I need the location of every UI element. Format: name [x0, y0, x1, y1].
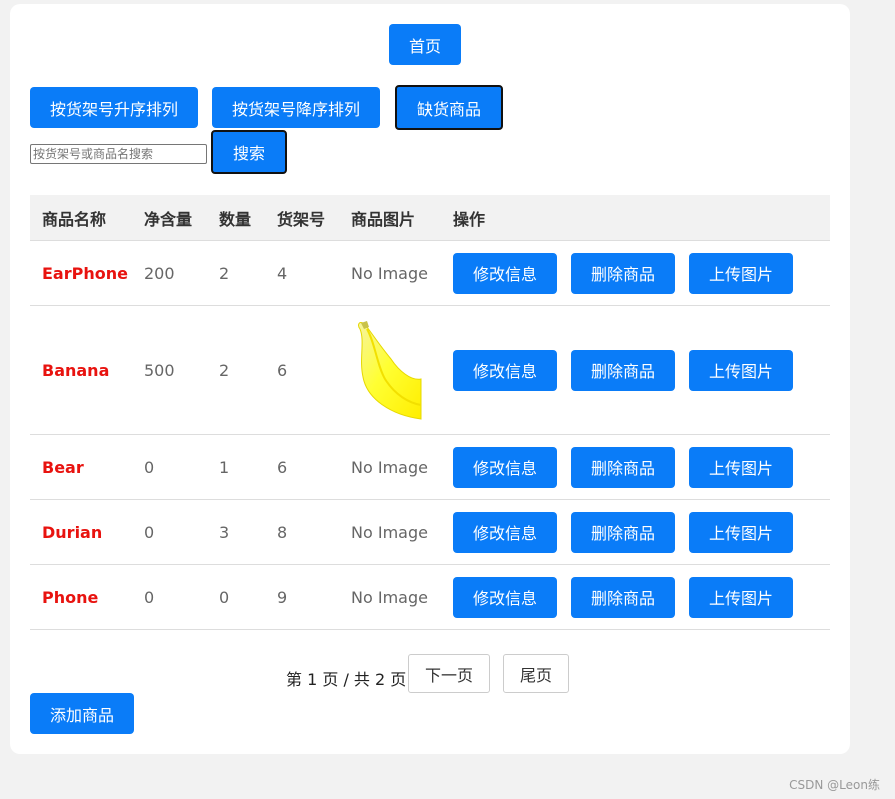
header-shelf: 货架号 — [265, 195, 339, 241]
delete-button[interactable]: 删除商品 — [571, 511, 675, 553]
delete-button[interactable]: 删除商品 — [571, 349, 675, 391]
product-qty: 0 — [207, 564, 265, 630]
upload-image-button[interactable]: 上传图片 — [689, 576, 793, 618]
delete-button[interactable]: 删除商品 — [571, 252, 675, 294]
product-qty: 2 — [207, 305, 265, 435]
table-row: Bear 0 1 6 No Image 修改信息 删除商品 上传图片 — [30, 434, 830, 500]
edit-button[interactable]: 修改信息 — [453, 576, 557, 618]
product-qty: 2 — [207, 240, 265, 306]
delete-button[interactable]: 删除商品 — [571, 576, 675, 618]
row-actions: 修改信息 删除商品 上传图片 — [441, 564, 830, 630]
edit-button[interactable]: 修改信息 — [453, 446, 557, 488]
watermark: CSDN @Leon练 — [789, 778, 880, 792]
last-page-button[interactable]: 尾页 — [503, 654, 569, 693]
row-actions: 修改信息 删除商品 上传图片 — [441, 434, 830, 500]
header-name: 商品名称 — [30, 195, 132, 241]
upload-image-button[interactable]: 上传图片 — [689, 511, 793, 553]
search-button[interactable]: 搜索 — [211, 130, 287, 174]
product-net: 200 — [132, 240, 207, 306]
product-shelf: 9 — [265, 564, 339, 630]
product-shelf: 4 — [265, 240, 339, 306]
product-name: Banana — [30, 305, 132, 435]
header-qty: 数量 — [207, 195, 265, 241]
product-qty: 1 — [207, 434, 265, 500]
product-name: Bear — [30, 434, 132, 500]
banana-image — [358, 321, 422, 420]
goods-table: 商品名称 净含量 数量 货架号 商品图片 操作 EarPhone 200 2 4… — [30, 195, 830, 630]
product-image-placeholder: No Image — [339, 499, 441, 565]
product-qty: 3 — [207, 499, 265, 565]
table-row: Durian 0 3 8 No Image 修改信息 删除商品 上传图片 — [30, 499, 830, 565]
product-net: 0 — [132, 434, 207, 500]
add-product-button[interactable]: 添加商品 — [30, 693, 134, 734]
product-image-placeholder: No Image — [339, 434, 441, 500]
product-shelf: 6 — [265, 434, 339, 500]
product-name: Phone — [30, 564, 132, 630]
product-image-cell — [339, 305, 441, 435]
product-name: EarPhone — [30, 240, 132, 306]
product-shelf: 6 — [265, 305, 339, 435]
row-actions: 修改信息 删除商品 上传图片 — [441, 305, 830, 435]
header-net: 净含量 — [132, 195, 207, 241]
header-actions: 操作 — [441, 195, 830, 241]
upload-image-button[interactable]: 上传图片 — [689, 446, 793, 488]
product-image-placeholder: No Image — [339, 240, 441, 306]
edit-button[interactable]: 修改信息 — [453, 511, 557, 553]
product-net: 0 — [132, 499, 207, 565]
upload-image-button[interactable]: 上传图片 — [689, 349, 793, 391]
page-info: 第 1 页 / 共 2 页 — [286, 670, 407, 689]
table-row: Phone 0 0 9 No Image 修改信息 删除商品 上传图片 — [30, 564, 830, 630]
main-card: 首页 按货架号升序排列 按货架号降序排列 缺货商品 搜索 商品名称 净含量 数量… — [10, 4, 850, 754]
row-actions: 修改信息 删除商品 上传图片 — [441, 240, 830, 306]
product-name: Durian — [30, 499, 132, 565]
product-net: 500 — [132, 305, 207, 435]
table-row: Banana 500 2 6 修改信息 删除商品 上传图片 — [30, 305, 830, 435]
table-row: EarPhone 200 2 4 No Image 修改信息 删除商品 上传图片 — [30, 240, 830, 306]
product-image-placeholder: No Image — [339, 564, 441, 630]
home-button[interactable]: 首页 — [389, 24, 461, 65]
product-shelf: 8 — [265, 499, 339, 565]
sort-desc-button[interactable]: 按货架号降序排列 — [212, 87, 380, 128]
edit-button[interactable]: 修改信息 — [453, 252, 557, 294]
row-actions: 修改信息 删除商品 上传图片 — [441, 499, 830, 565]
header-image: 商品图片 — [339, 195, 441, 241]
sort-asc-button[interactable]: 按货架号升序排列 — [30, 87, 198, 128]
out-of-stock-button[interactable]: 缺货商品 — [395, 85, 503, 130]
edit-button[interactable]: 修改信息 — [453, 349, 557, 391]
search-input[interactable] — [30, 144, 207, 164]
table-header-row: 商品名称 净含量 数量 货架号 商品图片 操作 — [30, 195, 830, 241]
product-net: 0 — [132, 564, 207, 630]
delete-button[interactable]: 删除商品 — [571, 446, 675, 488]
next-page-button[interactable]: 下一页 — [408, 654, 490, 693]
upload-image-button[interactable]: 上传图片 — [689, 252, 793, 294]
